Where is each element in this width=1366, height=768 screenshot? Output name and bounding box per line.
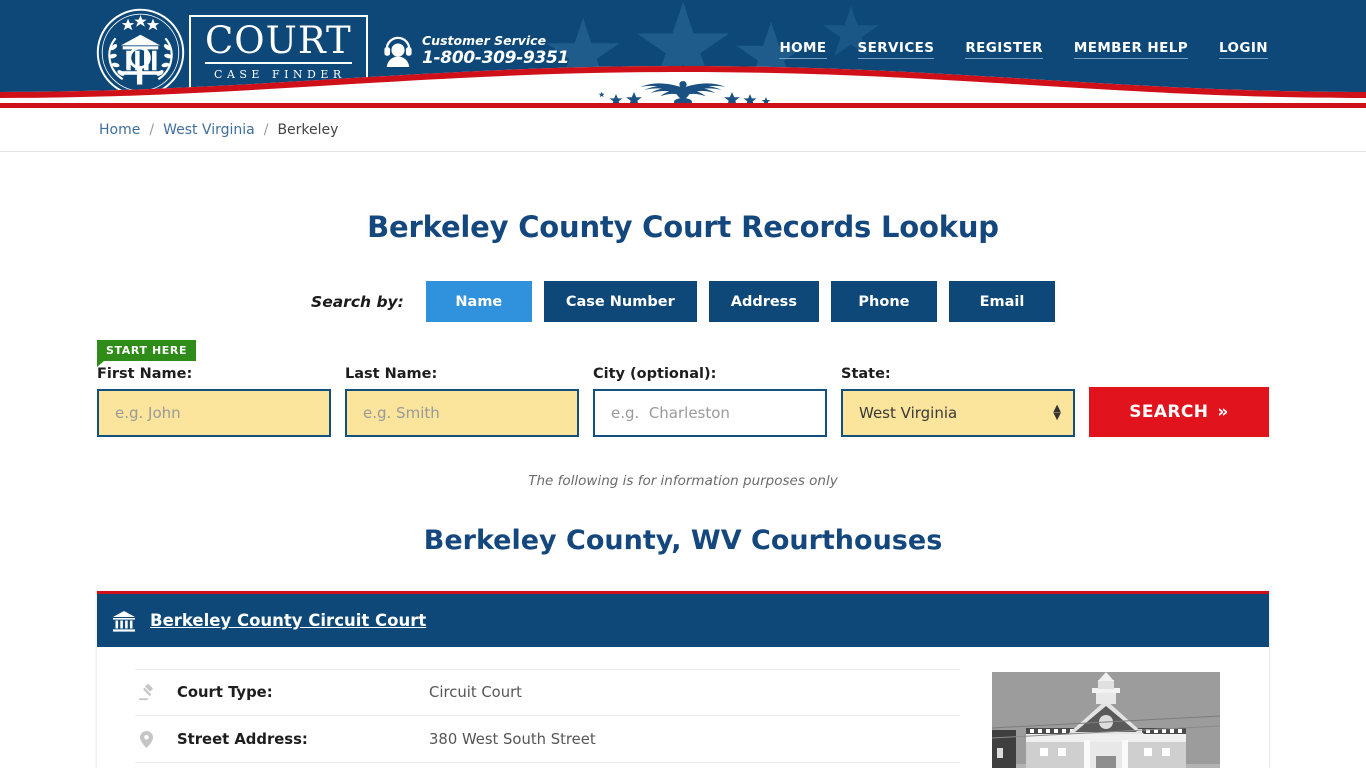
- tab-case-number[interactable]: Case Number: [543, 281, 697, 322]
- breadcrumb-item-west-virginia[interactable]: West Virginia: [163, 122, 255, 138]
- nav-item-member-help[interactable]: MEMBER HELP: [1073, 40, 1188, 59]
- page-title: Berkeley County Court Records Lookup: [367, 210, 999, 244]
- start-here-badge: START HERE: [97, 340, 197, 367]
- courthouse-card: Berkeley County Circuit Court Court Type…: [97, 591, 1269, 768]
- breadcrumb: Home / West Virginia / Berkeley: [0, 108, 1366, 152]
- search-button[interactable]: SEARCH »: [1089, 387, 1269, 437]
- search-button-label: SEARCH: [1129, 402, 1209, 422]
- last-name-label: Last Name:: [345, 366, 438, 382]
- nav-item-register[interactable]: REGISTER: [965, 40, 1043, 59]
- last-name-input[interactable]: [345, 389, 579, 437]
- search-by-tabs: Search by: Name Case Number Address Phon…: [0, 281, 1366, 322]
- info-value: Circuit Court: [429, 684, 522, 701]
- nav-item-login[interactable]: LOGIN: [1219, 40, 1268, 59]
- courthouse-info-table: Court Type: Circuit Court Street Address…: [135, 669, 960, 768]
- city-label: City (optional):: [593, 366, 717, 382]
- first-name-label: First Name:: [97, 366, 193, 382]
- disclaimer-text: The following is for information purpose…: [528, 473, 838, 489]
- state-label: State:: [841, 366, 891, 382]
- info-key: Court Type:: [177, 684, 273, 701]
- eagle-stars-icon: [588, 80, 778, 103]
- nav-item-home[interactable]: HOME: [779, 40, 827, 59]
- tab-email[interactable]: Email: [948, 281, 1055, 322]
- tab-phone[interactable]: Phone: [830, 281, 937, 322]
- info-value: 380 West South Street: [429, 730, 596, 748]
- search-form: START HERE First Name: Last Name: City (…: [97, 340, 1269, 437]
- first-name-input[interactable]: [97, 389, 331, 437]
- table-row-partial: [135, 763, 960, 768]
- state-select[interactable]: West Virginia: [841, 389, 1075, 437]
- field-city: City (optional):: [593, 366, 827, 437]
- main-content: Berkeley County Court Records Lookup Sea…: [0, 210, 1366, 768]
- site-header: COURT CASE FINDER Customer Service 1-800…: [0, 0, 1366, 103]
- tab-address[interactable]: Address: [708, 281, 819, 322]
- bank-building-icon: [113, 610, 135, 632]
- headset-support-icon: [384, 36, 412, 67]
- double-chevron-right-icon: »: [1217, 402, 1229, 422]
- table-row: Street Address: 380 West South Street: [135, 716, 960, 763]
- courthouse-name-link[interactable]: Berkeley County Circuit Court: [150, 611, 426, 630]
- courthouse-photo: [992, 672, 1220, 768]
- logo-main-text: COURT: [205, 19, 352, 64]
- courthouse-card-body: Court Type: Circuit Court Street Address…: [97, 647, 1269, 768]
- field-state: State: West Virginia ▲ ▼: [841, 366, 1075, 437]
- field-first-name: First Name:: [97, 366, 331, 437]
- table-row: Court Type: Circuit Court: [135, 669, 960, 716]
- field-last-name: Last Name:: [345, 366, 579, 437]
- nav-item-services[interactable]: SERVICES: [857, 40, 935, 59]
- gavel-icon: [135, 684, 157, 701]
- breadcrumb-separator: /: [149, 121, 155, 138]
- main-nav: HOME SERVICES REGISTER MEMBER HELP LOGIN: [779, 40, 1268, 59]
- courthouses-section-title: Berkeley County, WV Courthouses: [423, 525, 943, 556]
- map-pin-icon: [135, 730, 157, 748]
- tab-name[interactable]: Name: [425, 281, 532, 322]
- customer-service-block[interactable]: Customer Service 1-800-309-9351: [383, 33, 569, 68]
- city-input[interactable]: [593, 389, 827, 437]
- breadcrumb-separator: /: [263, 121, 269, 138]
- courthouse-photo-image: [992, 672, 1220, 768]
- breadcrumb-item-berkeley: Berkeley: [277, 121, 339, 138]
- courthouse-card-header: Berkeley County Circuit Court: [97, 594, 1269, 647]
- customer-service-label: Customer Service: [422, 33, 547, 48]
- search-by-label: Search by:: [311, 292, 404, 311]
- info-key: Street Address:: [177, 730, 308, 748]
- breadcrumb-item-home[interactable]: Home: [99, 122, 140, 138]
